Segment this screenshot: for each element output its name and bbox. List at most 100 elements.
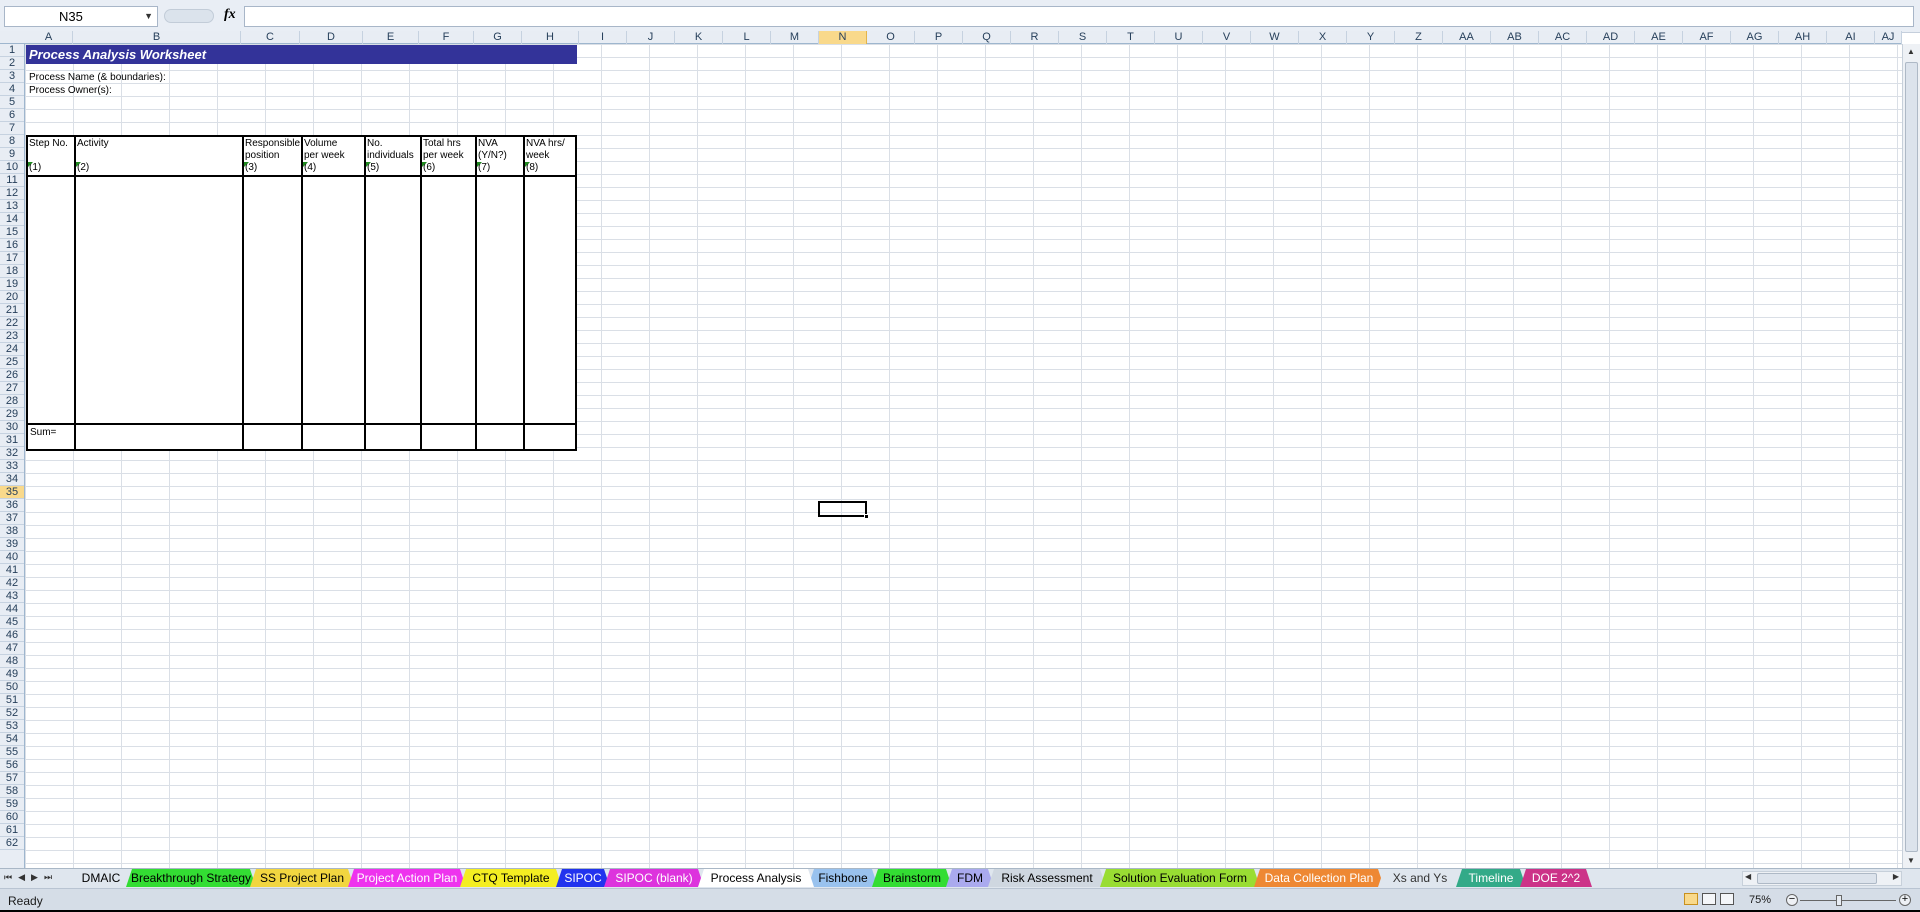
comment-indicator-icon[interactable] <box>76 162 81 167</box>
column-header-ah[interactable]: AH <box>1779 31 1827 44</box>
scroll-down-icon[interactable]: ▼ <box>1907 856 1915 865</box>
row-header-11[interactable]: 11 <box>0 174 24 187</box>
row-header-38[interactable]: 38 <box>0 525 24 538</box>
row-header-54[interactable]: 54 <box>0 733 24 746</box>
row-header-46[interactable]: 46 <box>0 629 24 642</box>
row-header-20[interactable]: 20 <box>0 291 24 304</box>
name-box[interactable]: N35 ▼ <box>4 6 158 27</box>
row-header-26[interactable]: 26 <box>0 369 24 382</box>
page-layout-view-icon[interactable] <box>1702 893 1716 906</box>
row-header-27[interactable]: 27 <box>0 382 24 395</box>
column-header-p[interactable]: P <box>915 31 963 44</box>
column-header-y[interactable]: Y <box>1347 31 1395 44</box>
column-header-i[interactable]: I <box>579 31 627 44</box>
insert-function-button[interactable]: fx <box>160 6 244 27</box>
vertical-scrollbar[interactable]: ▲ ▼ <box>1902 44 1920 868</box>
tab-navigation[interactable]: ⏮◀▶⏭ <box>4 872 58 883</box>
next-sheet-icon[interactable]: ▶ <box>31 872 44 882</box>
column-header-r[interactable]: R <box>1011 31 1059 44</box>
row-header-53[interactable]: 53 <box>0 720 24 733</box>
column-header-s[interactable]: S <box>1059 31 1107 44</box>
sheet-tab[interactable]: DOE 2^2 <box>1520 869 1592 887</box>
row-header-62[interactable]: 62 <box>0 837 24 850</box>
column-header-w[interactable]: W <box>1251 31 1299 44</box>
row-header-14[interactable]: 14 <box>0 213 24 226</box>
column-header-z[interactable]: Z <box>1395 31 1443 44</box>
row-header-47[interactable]: 47 <box>0 642 24 655</box>
row-header-43[interactable]: 43 <box>0 590 24 603</box>
row-header-42[interactable]: 42 <box>0 577 24 590</box>
row-header-33[interactable]: 33 <box>0 460 24 473</box>
row-header-59[interactable]: 59 <box>0 798 24 811</box>
column-header-k[interactable]: K <box>675 31 723 44</box>
sheet-tab[interactable]: Solution Evaluation Form <box>1100 869 1260 887</box>
sheet-tab[interactable]: Fishbone <box>808 869 878 887</box>
row-header-15[interactable]: 15 <box>0 226 24 239</box>
column-header-d[interactable]: D <box>300 31 363 44</box>
column-header-e[interactable]: E <box>363 31 419 44</box>
sheet-tab[interactable]: Risk Assessment <box>988 869 1106 887</box>
row-header-17[interactable]: 17 <box>0 252 24 265</box>
row-header-45[interactable]: 45 <box>0 616 24 629</box>
worksheet-grid[interactable]: Process Analysis Worksheet Process Name … <box>25 44 1902 868</box>
row-header-10[interactable]: 10 <box>0 161 24 174</box>
zoom-level[interactable]: 75% <box>1749 894 1771 906</box>
row-header-2[interactable]: 2 <box>0 57 24 70</box>
column-header-j[interactable]: J <box>627 31 675 44</box>
row-header-3[interactable]: 3 <box>0 70 24 83</box>
row-header-48[interactable]: 48 <box>0 655 24 668</box>
row-header-37[interactable]: 37 <box>0 512 24 525</box>
page-break-view-icon[interactable] <box>1720 893 1734 906</box>
row-header-58[interactable]: 58 <box>0 785 24 798</box>
column-header-x[interactable]: X <box>1299 31 1347 44</box>
formula-input[interactable] <box>244 6 1914 27</box>
comment-indicator-icon[interactable] <box>477 162 482 167</box>
active-cell[interactable] <box>818 501 869 519</box>
column-header-ag[interactable]: AG <box>1731 31 1779 44</box>
row-header-19[interactable]: 19 <box>0 278 24 291</box>
row-header-51[interactable]: 51 <box>0 694 24 707</box>
column-header-m[interactable]: M <box>771 31 819 44</box>
zoom-in-icon[interactable]: + <box>1899 894 1911 906</box>
row-header-29[interactable]: 29 <box>0 408 24 421</box>
scroll-left-icon[interactable]: ◀ <box>1745 872 1751 881</box>
zoom-out-icon[interactable]: − <box>1786 894 1798 906</box>
column-header-ab[interactable]: AB <box>1491 31 1539 44</box>
row-header-23[interactable]: 23 <box>0 330 24 343</box>
vertical-scroll-thumb[interactable] <box>1905 62 1918 852</box>
horizontal-scroll-thumb[interactable] <box>1757 873 1877 884</box>
column-header-h[interactable]: H <box>522 31 579 44</box>
row-header-1[interactable]: 1 <box>0 44 24 57</box>
zoom-track[interactable] <box>1800 900 1896 901</box>
row-header-52[interactable]: 52 <box>0 707 24 720</box>
prev-sheet-icon[interactable]: ◀ <box>18 872 31 882</box>
sheet-tab[interactable]: CTQ Template <box>460 869 562 887</box>
sheet-tab[interactable]: Xs and Ys <box>1378 869 1462 887</box>
zoom-knob[interactable] <box>1836 895 1842 906</box>
row-header-4[interactable]: 4 <box>0 83 24 96</box>
row-header-6[interactable]: 6 <box>0 109 24 122</box>
column-header-o[interactable]: O <box>867 31 915 44</box>
column-header-t[interactable]: T <box>1107 31 1155 44</box>
sheet-tab[interactable]: SS Project Plan <box>250 869 354 887</box>
row-header-40[interactable]: 40 <box>0 551 24 564</box>
row-header-57[interactable]: 57 <box>0 772 24 785</box>
column-header-ae[interactable]: AE <box>1635 31 1683 44</box>
row-header-8[interactable]: 8 <box>0 135 24 148</box>
column-header-u[interactable]: U <box>1155 31 1203 44</box>
sheet-tab[interactable]: Process Analysis <box>698 869 814 887</box>
normal-view-icon[interactable] <box>1684 893 1698 906</box>
zoom-slider[interactable]: − + <box>1786 894 1911 908</box>
column-header-aj[interactable]: AJ <box>1875 31 1902 44</box>
row-header-34[interactable]: 34 <box>0 473 24 486</box>
row-header-41[interactable]: 41 <box>0 564 24 577</box>
first-sheet-icon[interactable]: ⏮ <box>4 872 18 882</box>
row-header-24[interactable]: 24 <box>0 343 24 356</box>
row-header-18[interactable]: 18 <box>0 265 24 278</box>
column-header-a[interactable]: A <box>25 31 73 44</box>
column-header-aa[interactable]: AA <box>1443 31 1491 44</box>
sheet-tab[interactable]: Breakthrough Strategy <box>126 869 256 887</box>
comment-indicator-icon[interactable] <box>525 162 530 167</box>
sheet-tab[interactable]: FDM <box>946 869 994 887</box>
row-header-55[interactable]: 55 <box>0 746 24 759</box>
